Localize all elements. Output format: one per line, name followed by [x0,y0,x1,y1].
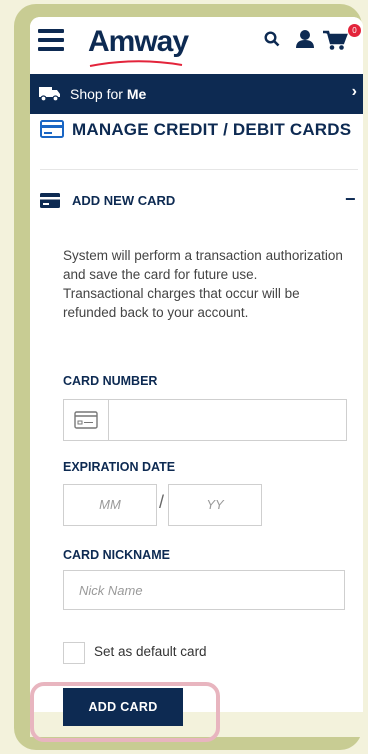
card-icon [40,193,60,208]
page-title: MANAGE CREDIT / DEBIT CARDS [72,120,352,139]
search-icon[interactable] [264,31,280,47]
card-type-icon-box [64,400,109,440]
top-header: Amway 0 [30,17,363,72]
divider [40,169,358,170]
menu-icon[interactable] [38,29,64,51]
logo-swoosh [89,60,183,67]
chevron-right-icon[interactable]: › [352,83,357,101]
cart-count-badge: 0 [348,24,361,37]
add-new-card-heading[interactable]: ADD NEW CARD [72,193,175,208]
info-line-2: Transactional charges that occur will be… [63,286,300,320]
default-card-label[interactable]: Set as default card [94,644,207,659]
expiration-month-input[interactable]: MM [63,484,157,526]
amway-logo[interactable]: Amway [88,25,189,59]
shop-for-target: Me [126,86,147,102]
phone-screen: Amway 0 Shop for Me › MANAGE CREDIT / DE… [30,17,363,737]
expiration-separator: / [159,492,165,512]
truck-icon [39,87,60,102]
add-card-button[interactable]: ADD CARD [63,688,183,726]
card-number-input[interactable] [63,399,347,441]
shop-for-bar[interactable]: Shop for Me › [30,74,363,114]
cart-icon[interactable] [322,29,348,51]
card-nickname-label: CARD NICKNAME [63,548,170,562]
info-line-1: System will perform a transaction author… [63,248,343,282]
card-info-text: System will perform a transaction author… [63,246,343,322]
expiration-year-input[interactable]: YY [168,484,262,526]
expiration-date-label: EXPIRATION DATE [63,460,176,474]
credit-card-icon [40,120,64,138]
default-card-checkbox[interactable] [63,642,85,664]
card-nickname-input[interactable] [63,570,345,610]
user-icon[interactable] [295,29,315,49]
collapse-icon[interactable]: − [345,189,356,210]
shop-for-prefix: Shop for [70,86,123,102]
shop-for-label: Shop for Me [70,86,146,102]
card-outline-icon [74,411,98,429]
card-number-label: CARD NUMBER [63,374,158,388]
